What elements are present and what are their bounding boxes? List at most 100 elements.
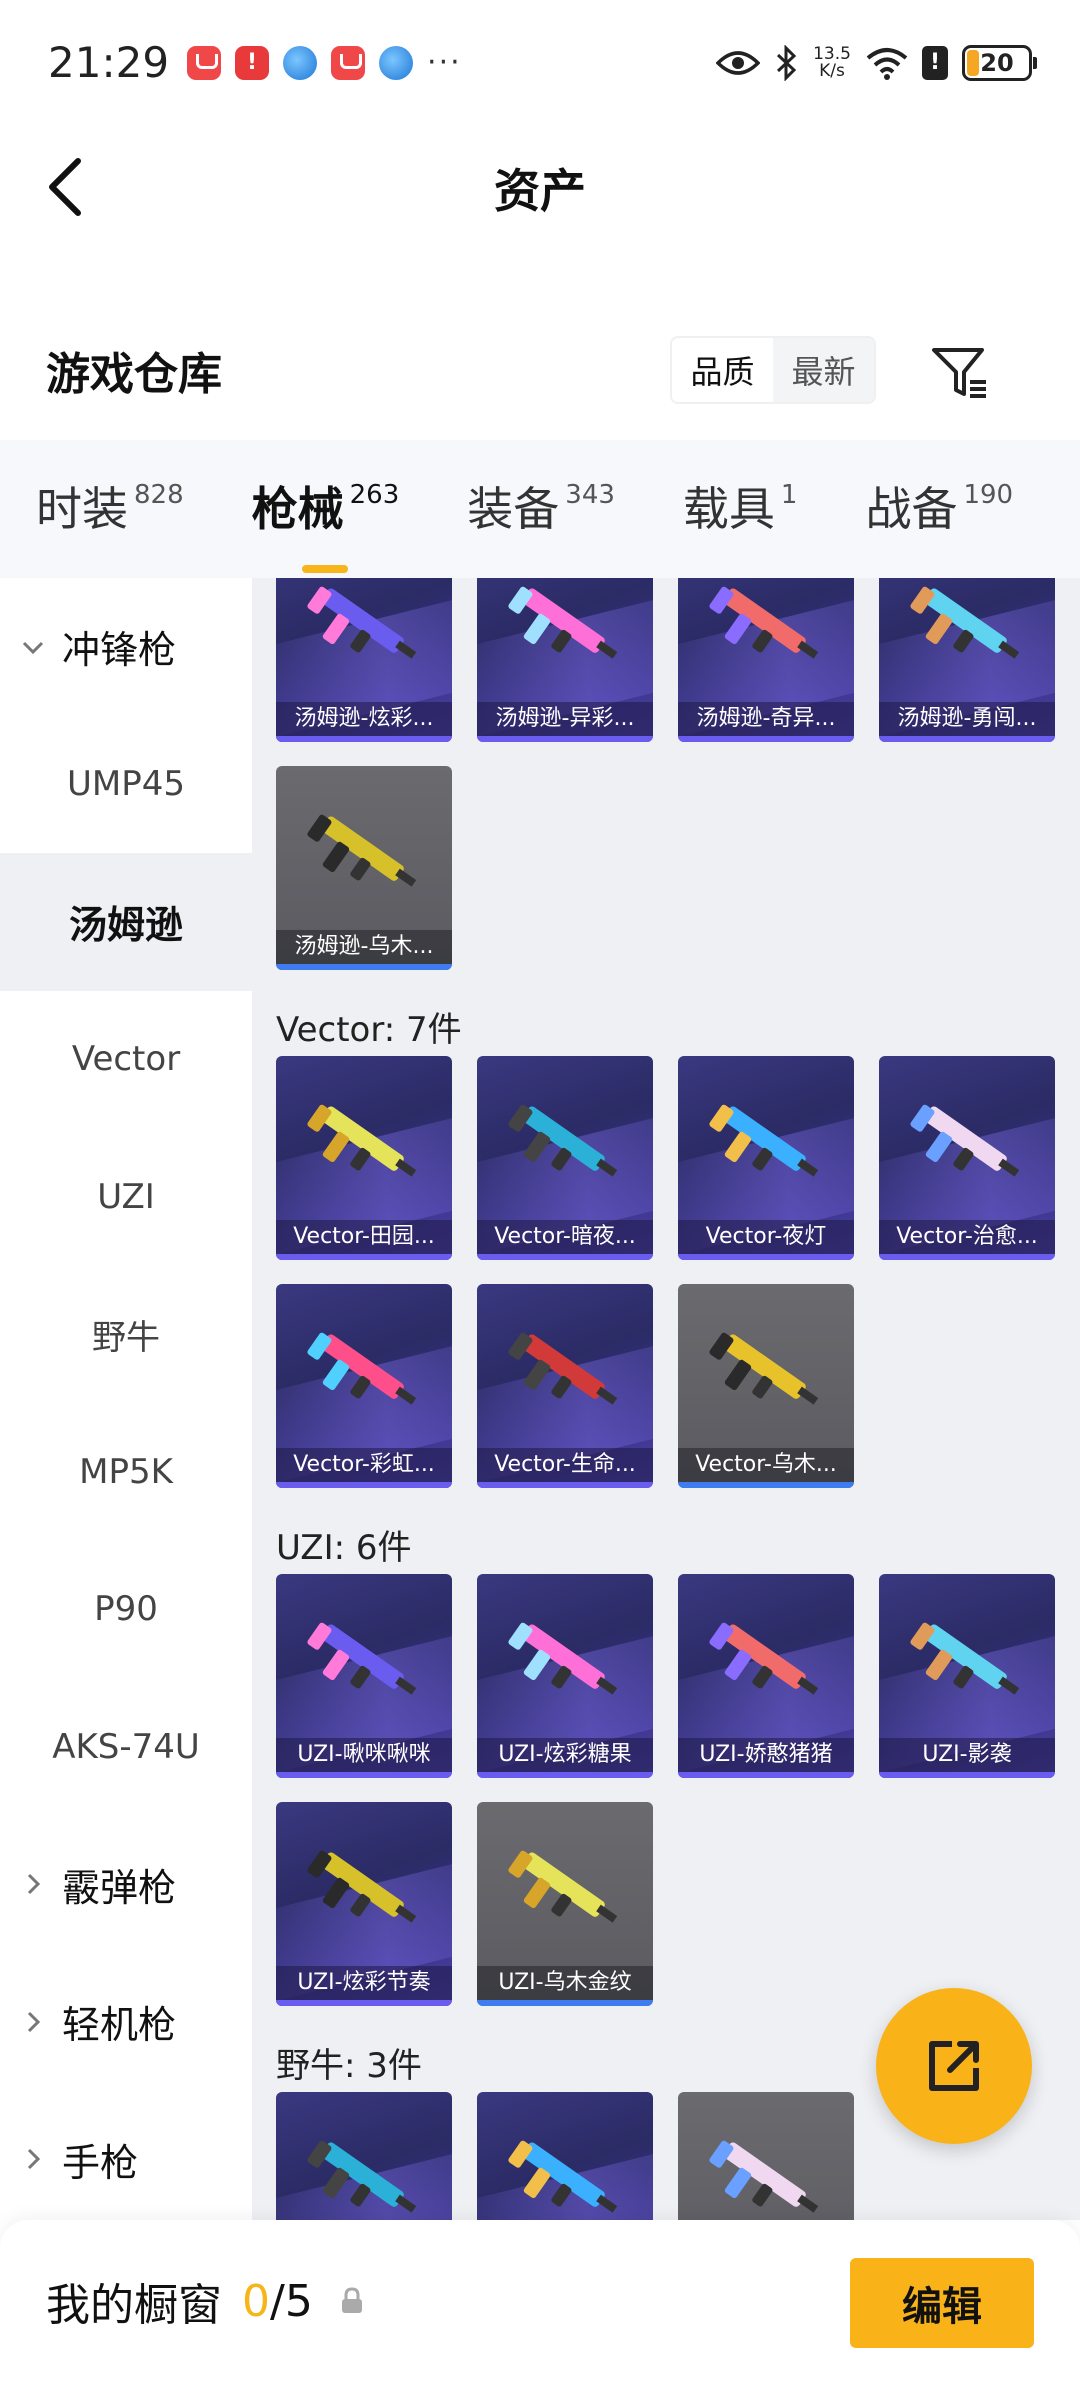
tab-count: 1 — [780, 480, 798, 510]
weapon-skin-name: Vector-生命... — [477, 1448, 653, 1482]
status-bar: 21:29 ··· 13.5 K/s 20 — [0, 0, 1080, 125]
weapon-skin-card[interactable] — [678, 2092, 854, 2220]
weapon-skin-card[interactable]: Vector-夜灯 — [678, 1056, 854, 1260]
weapon-skin-name: Vector-彩虹... — [276, 1448, 452, 1482]
quality-bar — [276, 1772, 452, 1778]
category-tabs: 时装 828 枪械 263 装备 343 载具 1 战备 190 — [0, 440, 1080, 578]
quality-bar — [678, 736, 854, 742]
weapon-skin-card[interactable]: Vector-彩虹... — [276, 1284, 452, 1488]
weapon-skin-card[interactable]: UZI-炫彩节奏 — [276, 1802, 452, 2006]
weapon-icon — [709, 1104, 819, 1177]
sidebar-group-lmg[interactable]: 轻机枪 — [0, 1953, 252, 2091]
sidebar-group-pistol[interactable]: 手枪 — [0, 2091, 252, 2221]
weapon-skin-name: Vector-田园... — [276, 1220, 452, 1254]
tab-count: 190 — [963, 480, 1014, 510]
weapon-icon — [307, 814, 417, 887]
net-speed-value: 13.5 — [813, 43, 851, 64]
browser-notification-icon-2 — [379, 45, 414, 80]
quality-bar — [276, 2000, 452, 2006]
quality-bar — [678, 1772, 854, 1778]
weapon-skin-card[interactable]: UZI-炫彩糖果 — [477, 1574, 653, 1778]
alert-app-notification-icon — [235, 45, 270, 80]
tab-label: 载具 — [682, 482, 775, 536]
network-speed: 13.5 K/s — [812, 43, 852, 80]
status-time: 21:29 — [48, 38, 170, 87]
tab-vehicles[interactable]: 载具 1 — [683, 479, 798, 539]
weapon-icon — [508, 1332, 618, 1405]
tab-supplies[interactable]: 战备 190 — [865, 479, 1013, 539]
weapon-icon — [910, 586, 1020, 659]
tab-label: 装备 — [467, 482, 560, 536]
weapon-skin-card[interactable]: Vector-乌木... — [678, 1284, 854, 1488]
weapon-icon — [709, 1332, 819, 1405]
weapon-skin-card[interactable]: Vector-田园... — [276, 1056, 452, 1260]
quality-bar — [678, 1254, 854, 1260]
status-right: 13.5 K/s 20 — [716, 43, 1037, 81]
tab-equipment[interactable]: 装备 343 — [467, 479, 615, 539]
browser-notification-icon — [283, 45, 318, 80]
sidebar-group-label: 手枪 — [62, 2140, 139, 2185]
quality-bar — [477, 1772, 653, 1778]
weapon-skin-name: Vector-乌木... — [678, 1448, 854, 1482]
weapon-icon — [508, 1622, 618, 1695]
weapon-skin-card[interactable]: 汤姆逊-炫彩... — [276, 578, 452, 742]
weapon-skin-card[interactable]: 汤姆逊-乌木... — [276, 766, 452, 970]
sidebar-item-aks74u[interactable]: AKS-74U — [0, 1678, 252, 1816]
sidebar-item-p90[interactable]: P90 — [0, 1541, 252, 1679]
tab-fashion[interactable]: 时装 828 — [36, 479, 184, 539]
sort-by-quality[interactable]: 品质 — [672, 338, 773, 402]
battery-fill — [967, 49, 979, 76]
active-tab-indicator — [301, 565, 348, 573]
tab-count: 343 — [565, 480, 615, 510]
weapon-icon — [508, 1104, 618, 1177]
sidebar-group-smg[interactable]: 冲锋枪 — [0, 578, 252, 716]
sidebar-item-vector[interactable]: Vector — [0, 991, 252, 1129]
sort-by-newest[interactable]: 最新 — [773, 338, 874, 402]
eye-icon — [716, 50, 760, 75]
weapon-icon — [307, 586, 417, 659]
weapon-skin-card[interactable]: UZI-乌木金纹 — [477, 1802, 653, 2006]
showcase-title: 我的橱窗 — [46, 2280, 222, 2331]
weapon-skin-card[interactable]: UZI-影袭 — [879, 1574, 1055, 1778]
weapon-icon — [709, 1622, 819, 1695]
sidebar-item-thompson[interactable]: 汤姆逊 — [0, 853, 252, 991]
weapon-skin-grid: 汤姆逊-炫彩... 汤姆逊-异彩... 汤姆逊-奇异... 汤姆逊-勇闯... 汤姆逊-… — [252, 578, 1080, 2220]
chevron-down-icon — [22, 641, 44, 654]
sidebar-item-mp5k[interactable]: MP5K — [0, 1403, 252, 1541]
shopping-app-notification-icon-2 — [331, 45, 366, 80]
showcase-total: /5 — [270, 2275, 313, 2327]
weapon-skin-card[interactable] — [477, 2092, 653, 2220]
share-button[interactable] — [876, 1988, 1032, 2144]
weapon-icon — [307, 1622, 417, 1695]
weapon-skin-card[interactable]: Vector-生命... — [477, 1284, 653, 1488]
weapon-skin-name: UZI-啾咪啾咪 — [276, 1738, 452, 1772]
group-title: 野牛: 3件 — [276, 2046, 422, 2086]
weapon-icon — [307, 2140, 417, 2213]
filter-button[interactable] — [928, 340, 992, 404]
weapon-skin-card[interactable]: Vector-暗夜... — [477, 1056, 653, 1260]
chevron-right-icon — [27, 2149, 41, 2170]
weapon-skin-name: 汤姆逊-炫彩... — [276, 702, 452, 736]
weapon-skin-card[interactable]: 汤姆逊-奇异... — [678, 578, 854, 742]
sidebar-group-shotgun[interactable]: 霰弹枪 — [0, 1816, 252, 1954]
weapon-skin-name: Vector-治愈... — [879, 1220, 1055, 1254]
sort-toggle: 品质 最新 — [670, 336, 876, 404]
weapon-skin-card[interactable]: UZI-娇憨猪猪 — [678, 1574, 854, 1778]
sidebar-item-ump45[interactable]: UMP45 — [0, 716, 252, 854]
quality-bar — [477, 1482, 653, 1488]
quality-bar — [276, 1254, 452, 1260]
weapon-skin-card[interactable]: UZI-啾咪啾咪 — [276, 1574, 452, 1778]
weapon-icon — [709, 586, 819, 659]
sidebar-item-bizon[interactable]: 野牛 — [0, 1266, 252, 1404]
weapon-skin-card[interactable] — [276, 2092, 452, 2220]
weapon-icon — [307, 1850, 417, 1923]
quality-bar — [477, 736, 653, 742]
weapon-skin-card[interactable]: 汤姆逊-勇闯... — [879, 578, 1055, 742]
weapon-skin-card[interactable]: 汤姆逊-异彩... — [477, 578, 653, 742]
weapon-skin-card[interactable]: Vector-治愈... — [879, 1056, 1055, 1260]
back-button[interactable] — [36, 155, 96, 219]
tab-firearms[interactable]: 枪械 263 — [252, 479, 399, 573]
sidebar-group-label: 冲锋枪 — [62, 628, 177, 673]
edit-button[interactable]: 编辑 — [850, 2258, 1034, 2348]
sidebar-item-uzi[interactable]: UZI — [0, 1128, 252, 1266]
